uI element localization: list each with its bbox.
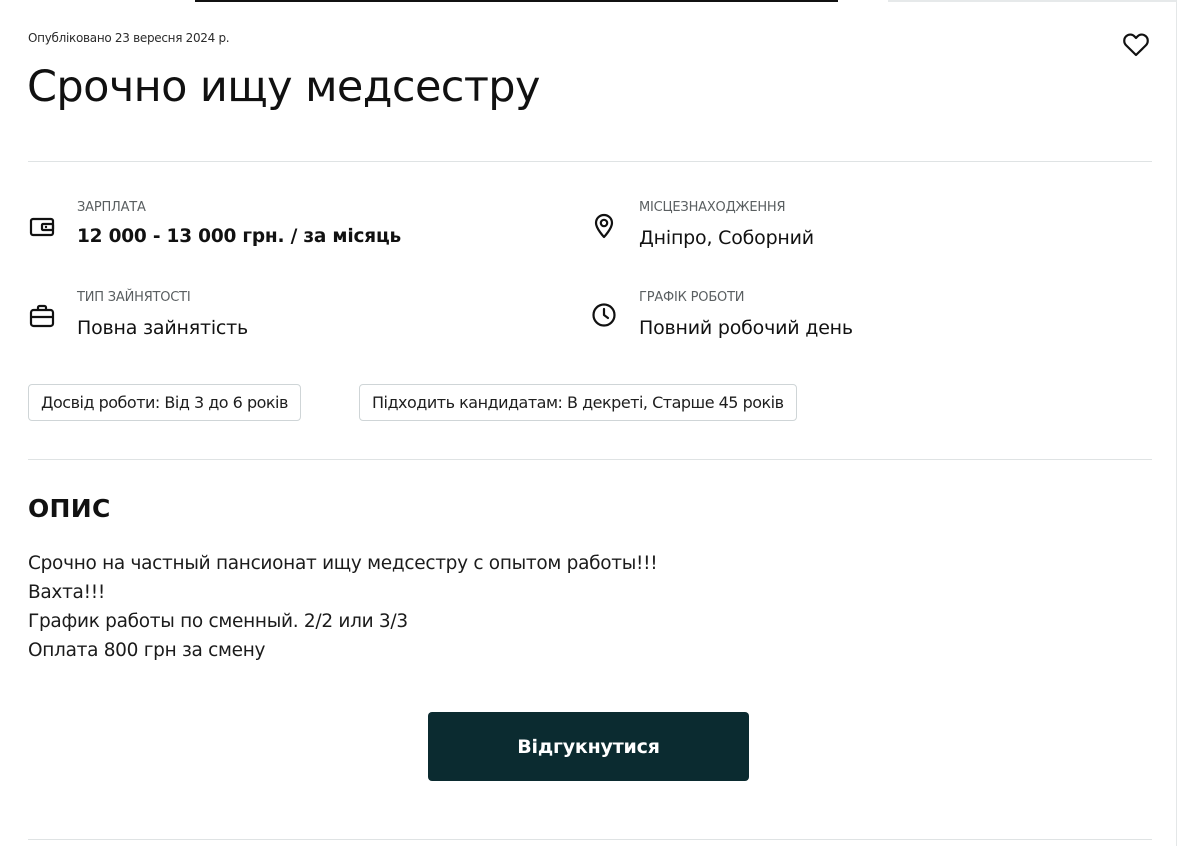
salary-label: ЗАРПЛАТА — [77, 200, 146, 215]
briefcase-icon — [28, 302, 56, 330]
divider — [28, 161, 1152, 162]
top-border — [888, 0, 1176, 2]
card-border — [1176, 0, 1177, 846]
experience-tag: Досвід роботи: Від 3 до 6 років — [28, 384, 301, 421]
apply-button[interactable]: Відгукнутися — [428, 712, 749, 781]
employment-label: ТИП ЗАЙНЯТОСТІ — [77, 290, 191, 305]
divider — [28, 839, 1152, 840]
location-pin-icon — [590, 212, 618, 240]
schedule-label: ГРАФІК РОБОТИ — [639, 290, 745, 305]
published-date: Опубліковано 23 вересня 2024 р. — [28, 31, 230, 45]
favorite-button[interactable] — [1120, 30, 1152, 60]
description-line: График работы по сменный. 2/2 или 3/3 — [28, 611, 408, 632]
vacancy-title: Срочно ищу медсестру — [27, 62, 540, 112]
description-line: Срочно на частный пансионат ищу медсестр… — [28, 553, 658, 574]
wallet-icon — [28, 213, 56, 241]
schedule-value: Повний робочий день — [639, 317, 853, 339]
description-heading: ОПИС — [28, 494, 111, 523]
candidates-tag: Підходить кандидатам: В декреті, Старше … — [359, 384, 797, 421]
employment-value: Повна зайнятість — [77, 317, 249, 339]
top-tab-indicator — [195, 0, 838, 2]
location-label: МІСЦЕЗНАХОДЖЕННЯ — [639, 200, 786, 215]
salary-value: 12 000 - 13 000 грн. / за місяць — [77, 226, 401, 247]
location-value: Дніпро, Соборний — [639, 227, 814, 249]
clock-icon — [590, 301, 618, 329]
description-line: Оплата 800 грн за смену — [28, 640, 266, 661]
divider — [28, 459, 1152, 460]
description-line: Вахта!!! — [28, 582, 105, 603]
heart-outline-icon — [1123, 33, 1149, 57]
